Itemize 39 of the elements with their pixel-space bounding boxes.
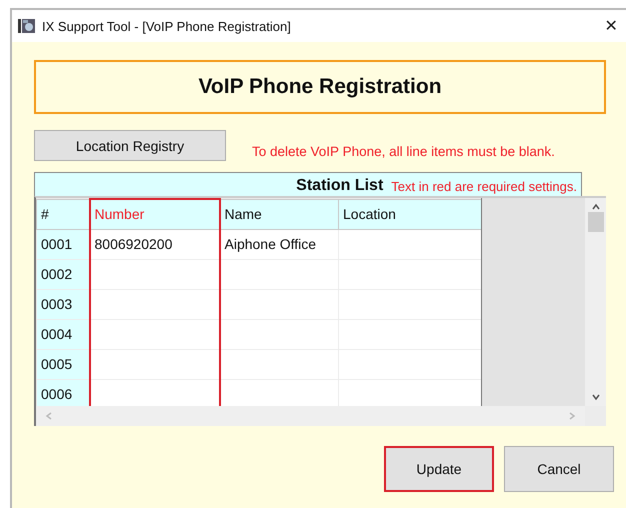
row-number: 0003 bbox=[36, 289, 90, 319]
scroll-up-icon[interactable] bbox=[590, 202, 600, 212]
table-cell[interactable] bbox=[338, 349, 482, 379]
table-cell[interactable] bbox=[220, 259, 338, 289]
table-cell[interactable] bbox=[90, 259, 220, 289]
table-cell[interactable]: 8006920200 bbox=[90, 229, 220, 259]
scroll-thumb[interactable] bbox=[588, 212, 604, 232]
required-note: Text in red are required settings. bbox=[391, 179, 577, 195]
table-cell[interactable] bbox=[220, 289, 338, 319]
row-number: 0002 bbox=[36, 259, 90, 289]
row-number: 0005 bbox=[36, 349, 90, 379]
page-heading: VoIP Phone Registration bbox=[34, 60, 606, 114]
app-icon bbox=[18, 18, 36, 34]
table-cell[interactable] bbox=[220, 319, 338, 349]
table-cell[interactable] bbox=[338, 259, 482, 289]
column-header: Name bbox=[220, 199, 338, 229]
column-header: # bbox=[36, 199, 90, 229]
station-list-title: Station List bbox=[296, 177, 384, 195]
scroll-left-icon[interactable] bbox=[44, 411, 54, 421]
cancel-button[interactable]: Cancel bbox=[504, 446, 614, 492]
scroll-right-icon[interactable] bbox=[567, 411, 577, 421]
table-cell[interactable] bbox=[90, 319, 220, 349]
location-registry-button[interactable]: Location Registry bbox=[34, 130, 226, 161]
table-cell[interactable] bbox=[90, 349, 220, 379]
table-cell[interactable] bbox=[338, 229, 482, 259]
table-cell[interactable] bbox=[338, 319, 482, 349]
close-button[interactable]: ✕ bbox=[596, 16, 626, 36]
row-number: 0004 bbox=[36, 319, 90, 349]
window-title: IX Support Tool - [VoIP Phone Registration] bbox=[42, 18, 292, 34]
update-button[interactable]: Update bbox=[384, 446, 494, 492]
table-cell[interactable] bbox=[90, 289, 220, 319]
column-header: Number bbox=[90, 199, 220, 229]
row-number: 0001 bbox=[36, 229, 90, 259]
table-cell[interactable] bbox=[220, 349, 338, 379]
scroll-down-icon[interactable] bbox=[590, 392, 600, 402]
table-cell[interactable] bbox=[338, 289, 482, 319]
delete-note: To delete VoIP Phone, all line items must be blank. bbox=[252, 144, 555, 161]
table-cell[interactable]: Aiphone Office bbox=[220, 229, 338, 259]
column-header: Location bbox=[338, 199, 482, 229]
